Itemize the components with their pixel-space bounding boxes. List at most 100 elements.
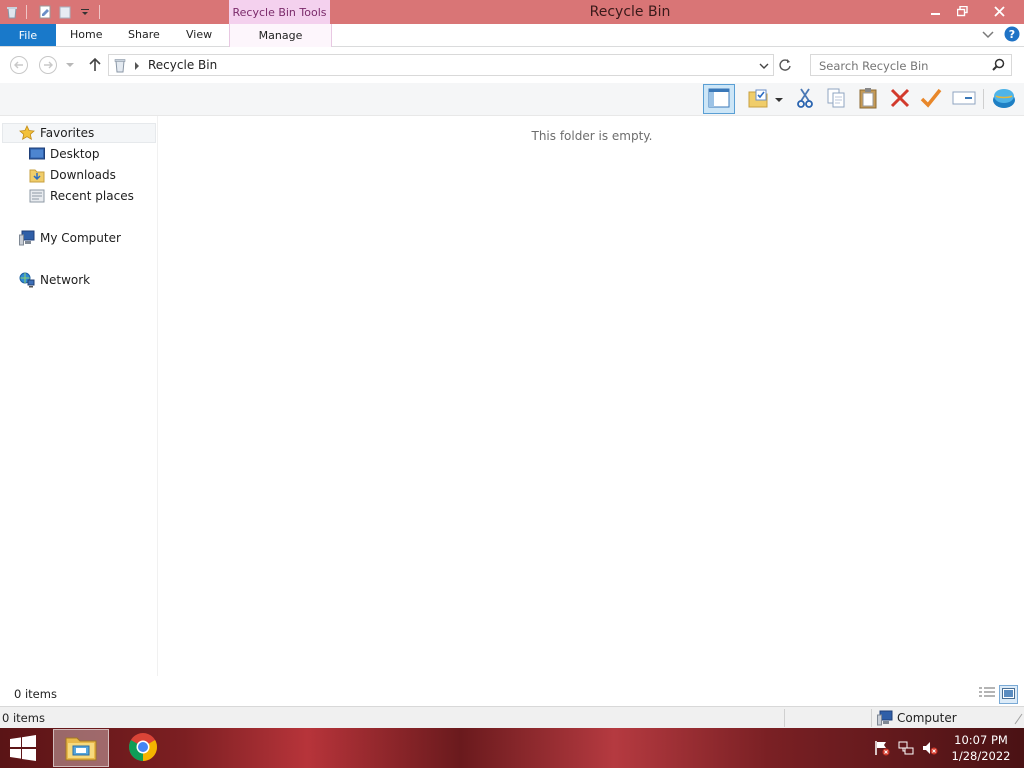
nav-label-recent-places: Recent places [50, 189, 134, 203]
nav-item-desktop[interactable]: Desktop [29, 144, 100, 164]
nav-item-recent-places[interactable]: Recent places [29, 186, 134, 206]
cut-icon [795, 87, 815, 112]
refresh-button[interactable] [775, 55, 795, 75]
nav-label-desktop: Desktop [50, 147, 100, 161]
taskbar: 10:07 PM 1/28/2022 [0, 728, 1024, 768]
clock-time: 10:07 PM [954, 733, 1008, 747]
copy-icon [825, 87, 847, 112]
properties-icon[interactable] [37, 4, 53, 20]
empty-folder-message: This folder is empty. [531, 129, 653, 143]
expand-ribbon-icon[interactable] [982, 29, 994, 43]
search-icon[interactable] [992, 58, 1005, 74]
system-tray [874, 728, 938, 768]
taskbar-file-explorer[interactable] [53, 729, 109, 767]
details-view-button[interactable] [977, 685, 996, 704]
recycle-bin-icon[interactable] [4, 4, 20, 20]
network-icon [19, 272, 35, 288]
tab-manage[interactable]: Manage [229, 24, 332, 47]
volume-muted-icon[interactable] [922, 740, 938, 756]
network-globe-button[interactable] [989, 84, 1019, 114]
tab-home[interactable]: Home [70, 24, 102, 46]
window-title: Recycle Bin [589, 4, 671, 20]
action-center-flag-icon[interactable] [874, 740, 890, 756]
nav-item-my-computer[interactable]: My Computer [19, 228, 121, 248]
desktop-icon [29, 146, 45, 162]
title-bar: Recycle Bin Tools Recycle Bin [0, 0, 1024, 24]
recycle-bin-icon [113, 57, 127, 76]
computer-icon [877, 710, 893, 726]
paste-button[interactable] [853, 84, 883, 114]
file-explorer-icon [65, 733, 97, 764]
recent-places-icon [29, 188, 45, 204]
ribbon-right-controls: ? [982, 26, 1020, 45]
details-view-icon [978, 687, 995, 702]
breadcrumb[interactable]: Recycle Bin [148, 55, 217, 75]
up-button[interactable] [85, 55, 105, 75]
back-button[interactable] [9, 55, 29, 75]
tab-share[interactable]: Share [128, 24, 160, 46]
breadcrumb-chevron-icon[interactable] [134, 60, 140, 74]
nav-item-downloads[interactable]: Downloads [29, 165, 116, 185]
tab-view[interactable]: View [186, 24, 212, 46]
folder-check-icon [747, 87, 769, 112]
item-count-bottom: 0 items [2, 711, 45, 725]
rename-icon [952, 88, 976, 111]
globe-icon [992, 86, 1016, 113]
search-box[interactable] [810, 54, 1012, 76]
chevron-down-icon [775, 92, 783, 106]
qat-dropdown-icon[interactable] [77, 4, 93, 20]
help-icon[interactable]: ? [1004, 26, 1020, 45]
navigation-bar: Recycle Bin [0, 47, 1024, 83]
resize-grip-icon[interactable] [1013, 713, 1023, 728]
separator [26, 5, 27, 19]
computer-icon [19, 230, 35, 246]
nav-item-network[interactable]: Network [19, 270, 90, 290]
restore-button[interactable] [947, 0, 977, 22]
folder-dropdown-button[interactable] [770, 84, 788, 114]
zone-label: Computer [897, 711, 957, 725]
item-count: 0 items [14, 687, 57, 701]
taskbar-chrome[interactable] [115, 729, 171, 767]
preview-pane-button[interactable] [703, 84, 735, 114]
nav-label-favorites: Favorites [40, 126, 95, 140]
preview-pane-icon [708, 88, 730, 111]
large-icons-view-button[interactable] [999, 685, 1018, 704]
separator [784, 709, 785, 727]
close-button[interactable] [984, 0, 1014, 22]
navigation-pane: Favorites Desktop Downloads Recent place… [0, 116, 158, 676]
nav-item-favorites[interactable]: Favorites [19, 123, 94, 143]
start-button[interactable] [8, 734, 38, 762]
command-toolbar [0, 83, 1024, 116]
status-bar: 0 items [0, 683, 1024, 705]
nav-label-my-computer: My Computer [40, 231, 121, 245]
forward-button[interactable] [38, 55, 58, 75]
properties-button[interactable] [916, 84, 946, 114]
copy-button[interactable] [821, 84, 851, 114]
search-input[interactable] [817, 57, 986, 75]
rename-button[interactable] [949, 84, 979, 114]
network-tray-icon[interactable] [898, 740, 914, 756]
address-bar[interactable]: Recycle Bin [108, 54, 774, 76]
new-folder-icon[interactable] [57, 4, 73, 20]
cut-button[interactable] [790, 84, 820, 114]
star-icon [19, 125, 35, 141]
nav-label-network: Network [40, 273, 91, 287]
svg-text:?: ? [1009, 28, 1015, 41]
address-dropdown-icon[interactable] [759, 60, 769, 74]
details-status-bar: 0 items Computer [0, 706, 1024, 729]
large-icons-view-icon [1002, 687, 1015, 702]
select-folder-button[interactable] [743, 84, 773, 114]
zone-indicator: Computer [877, 707, 957, 729]
paste-icon [857, 87, 879, 112]
taskbar-clock[interactable]: 10:07 PM 1/28/2022 [944, 732, 1018, 764]
check-icon [920, 87, 942, 112]
ribbon-tabs: File Home Share View Manage ? [0, 24, 1024, 47]
delete-button[interactable] [885, 84, 915, 114]
quick-access-toolbar [0, 0, 106, 24]
context-tab-group: Recycle Bin Tools [229, 0, 330, 24]
clock-date: 1/28/2022 [951, 749, 1011, 763]
delete-icon [889, 87, 911, 112]
separator [99, 5, 100, 19]
recent-locations-icon[interactable] [63, 55, 77, 75]
tab-file[interactable]: File [0, 24, 56, 46]
